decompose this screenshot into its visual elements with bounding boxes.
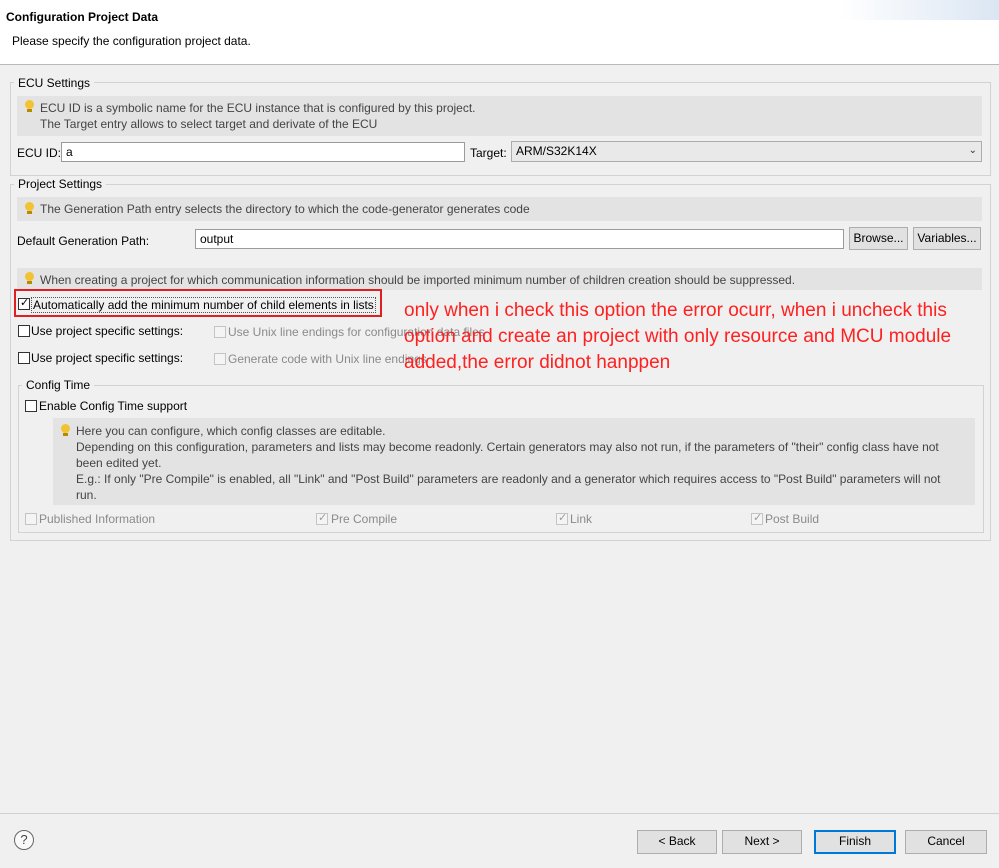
- help-icon[interactable]: ?: [14, 830, 34, 850]
- ecu-id-input[interactable]: a: [61, 142, 465, 162]
- chevron-down-icon: ⌄: [968, 145, 977, 156]
- check-icon: ✓: [558, 512, 568, 524]
- lightbulb-icon: [25, 202, 34, 215]
- ecu-settings-title: ECU Settings: [14, 76, 95, 90]
- config-time-info-line1: Here you can configure, which config cla…: [76, 424, 386, 438]
- project-specific-checkbox-1[interactable]: [18, 325, 30, 337]
- target-select-value: ARM/S32K14X: [516, 144, 597, 158]
- header-banner: [839, 0, 999, 20]
- link-checkbox[interactable]: ✓: [556, 512, 568, 525]
- page-title: Configuration Project Data: [6, 10, 159, 24]
- config-time-info-line4: E.g.: If only "Pre Compile" is enabled, …: [76, 472, 941, 486]
- pre-compile-checkbox[interactable]: ✓: [316, 512, 328, 525]
- finish-button[interactable]: Finish: [814, 830, 896, 854]
- unix-line-endings-checkbox[interactable]: [214, 326, 226, 338]
- check-icon: ✓: [753, 512, 763, 524]
- footer-divider: [0, 813, 999, 814]
- target-select[interactable]: ARM/S32K14X ⌄: [511, 141, 982, 162]
- lightbulb-icon: [25, 272, 34, 285]
- enable-config-time-label: Enable Config Time support: [39, 399, 188, 413]
- check-icon: ✓: [318, 512, 328, 524]
- config-time-info-line2: Depending on this configuration, paramet…: [76, 440, 939, 454]
- post-build-label: Post Build: [765, 512, 820, 526]
- gen-path-input[interactable]: output: [195, 229, 844, 249]
- gen-path-label: Default Generation Path:: [17, 234, 150, 248]
- config-time-title: Config Time: [22, 378, 95, 392]
- project-settings-title: Project Settings: [14, 177, 107, 191]
- ecu-id-label: ECU ID:: [17, 146, 62, 160]
- config-time-info-line5: run.: [76, 488, 97, 502]
- variables-button[interactable]: Variables...: [913, 227, 981, 250]
- target-label: Target:: [470, 146, 507, 160]
- next-button[interactable]: Next >: [722, 830, 802, 854]
- link-label: Link: [570, 512, 593, 526]
- config-time-info-line3: been edited yet.: [76, 456, 162, 470]
- ecu-info-line1: ECU ID is a symbolic name for the ECU in…: [40, 101, 476, 115]
- children-info-text: When creating a project for which commun…: [40, 273, 796, 287]
- enable-config-time-checkbox[interactable]: [25, 400, 37, 412]
- lightbulb-icon: [25, 100, 34, 113]
- published-information-checkbox[interactable]: [25, 513, 37, 525]
- annotation-text: only when i check this option the error …: [404, 300, 952, 373]
- children-info-panel: When creating a project for which commun…: [17, 268, 982, 290]
- generate-unix-checkbox[interactable]: [214, 353, 226, 365]
- lightbulb-icon: [61, 424, 70, 437]
- generate-unix-label: Generate code with Unix line endings: [228, 352, 427, 366]
- ecu-info-line2: The Target entry allows to select target…: [40, 117, 378, 131]
- post-build-checkbox[interactable]: ✓: [751, 512, 763, 525]
- gen-path-info-panel: The Generation Path entry selects the di…: [17, 197, 982, 221]
- cancel-button[interactable]: Cancel: [905, 830, 987, 854]
- ecu-info-panel: ECU ID is a symbolic name for the ECU in…: [17, 96, 982, 136]
- gen-path-info-text: The Generation Path entry selects the di…: [40, 202, 530, 216]
- config-time-info-panel: Here you can configure, which config cla…: [53, 418, 975, 505]
- browse-button[interactable]: Browse...: [849, 227, 908, 250]
- published-information-label: Published Information: [39, 512, 156, 526]
- project-specific-checkbox-2[interactable]: [18, 352, 30, 364]
- annotation-highlight-box: [14, 289, 382, 317]
- back-button[interactable]: < Back: [637, 830, 717, 854]
- project-specific-label-1: Use project specific settings:: [31, 324, 184, 338]
- project-specific-label-2: Use project specific settings:: [31, 351, 184, 365]
- wizard-header: Configuration Project Data Please specif…: [0, 0, 999, 65]
- page-description: Please specify the configuration project…: [12, 34, 251, 48]
- pre-compile-label: Pre Compile: [331, 512, 398, 526]
